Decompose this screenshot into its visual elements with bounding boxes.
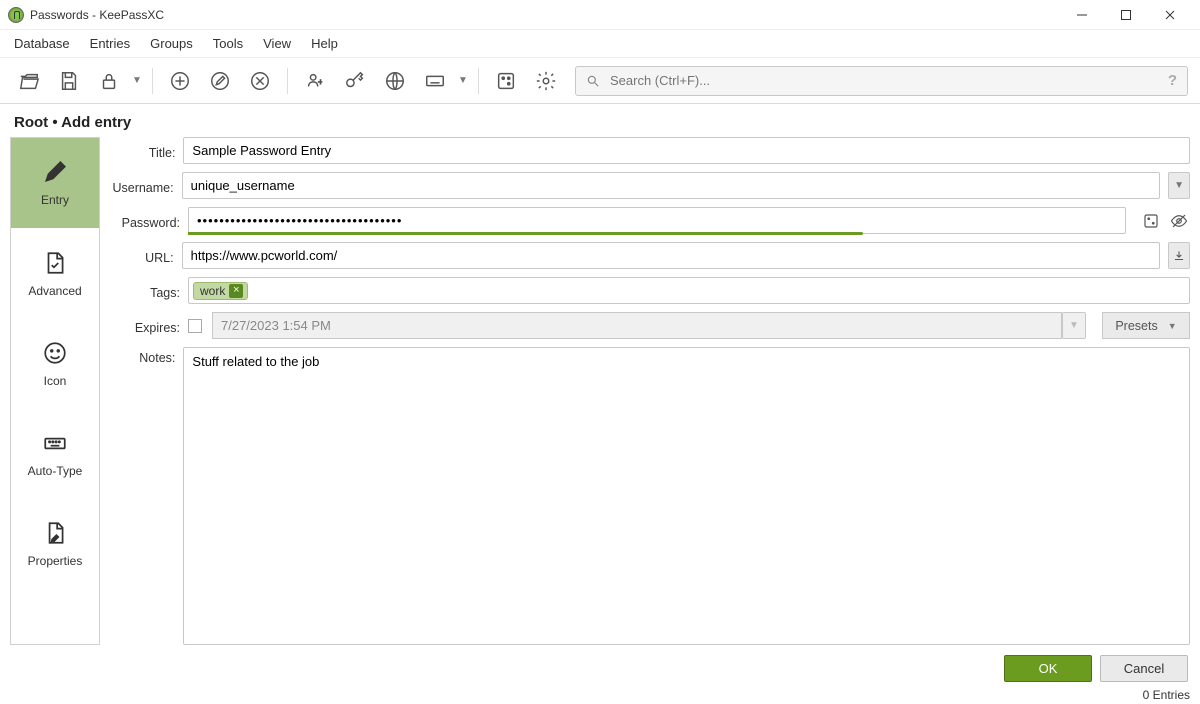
- toggle-password-visibility-icon[interactable]: [1168, 210, 1190, 232]
- username-label: Username:: [112, 177, 174, 195]
- expires-checkbox[interactable]: [188, 319, 202, 333]
- keyboard-icon: [42, 430, 68, 456]
- menu-bar: Database Entries Groups Tools View Help: [0, 30, 1200, 58]
- search-box[interactable]: ?: [575, 66, 1188, 96]
- search-icon: [586, 74, 600, 88]
- menu-entries[interactable]: Entries: [80, 32, 140, 55]
- password-strength-bar: [188, 232, 863, 235]
- delete-entry-icon[interactable]: [243, 64, 277, 98]
- tags-input[interactable]: work ×: [188, 277, 1190, 304]
- document-icon: [42, 250, 68, 276]
- menu-database[interactable]: Database: [4, 32, 80, 55]
- menu-help[interactable]: Help: [301, 32, 348, 55]
- expires-label: Expires:: [112, 317, 180, 335]
- download-favicon-button[interactable]: [1168, 242, 1190, 269]
- tab-entry[interactable]: Entry: [11, 138, 99, 228]
- status-bar: 0 Entries: [0, 686, 1200, 704]
- tab-label: Advanced: [28, 284, 81, 298]
- window-title: Passwords - KeePassXC: [30, 8, 1060, 22]
- maximize-button[interactable]: [1104, 1, 1148, 29]
- main-area: Entry Advanced Icon Auto-Type Properties…: [0, 137, 1200, 645]
- notes-textarea[interactable]: [183, 347, 1190, 645]
- lock-icon[interactable]: [92, 64, 126, 98]
- password-generator-icon[interactable]: [489, 64, 523, 98]
- notes-label: Notes:: [112, 347, 175, 365]
- minimize-button[interactable]: [1060, 1, 1104, 29]
- copy-url-icon[interactable]: [378, 64, 412, 98]
- password-input[interactable]: [188, 207, 1126, 234]
- app-icon: [8, 7, 24, 23]
- tab-advanced[interactable]: Advanced: [11, 228, 99, 318]
- open-icon[interactable]: [12, 64, 46, 98]
- breadcrumb: Root • Add entry: [0, 104, 1200, 137]
- title-bar: Passwords - KeePassXC: [0, 0, 1200, 30]
- menu-groups[interactable]: Groups: [140, 32, 203, 55]
- entry-section-tabs: Entry Advanced Icon Auto-Type Properties: [10, 137, 100, 645]
- generate-password-icon[interactable]: [1140, 210, 1162, 232]
- add-entry-icon[interactable]: [163, 64, 197, 98]
- tag-remove-icon[interactable]: ×: [229, 284, 243, 298]
- save-icon[interactable]: [52, 64, 86, 98]
- smiley-icon: [42, 340, 68, 366]
- expires-dropdown[interactable]: ▼: [1062, 312, 1086, 339]
- tab-label: Properties: [28, 554, 83, 568]
- pencil-icon: [42, 159, 68, 185]
- title-input[interactable]: [183, 137, 1190, 164]
- edit-entry-icon[interactable]: [203, 64, 237, 98]
- url-input[interactable]: [182, 242, 1160, 269]
- close-button[interactable]: [1148, 1, 1192, 29]
- menu-view[interactable]: View: [253, 32, 301, 55]
- document-edit-icon: [42, 520, 68, 546]
- autotype-icon[interactable]: [418, 64, 452, 98]
- tags-label: Tags:: [112, 282, 180, 300]
- ok-button[interactable]: OK: [1004, 655, 1092, 682]
- menu-tools[interactable]: Tools: [203, 32, 253, 55]
- tab-label: Auto-Type: [28, 464, 83, 478]
- username-input[interactable]: [182, 172, 1160, 199]
- tag-text: work: [200, 284, 225, 298]
- title-label: Title:: [112, 142, 175, 160]
- separator-icon: [478, 68, 479, 94]
- tab-icon[interactable]: Icon: [11, 318, 99, 408]
- password-label: Password:: [112, 212, 180, 230]
- copy-password-icon[interactable]: [338, 64, 372, 98]
- tab-properties[interactable]: Properties: [11, 498, 99, 588]
- search-input[interactable]: [610, 73, 1168, 88]
- tab-autotype[interactable]: Auto-Type: [11, 408, 99, 498]
- settings-icon[interactable]: [529, 64, 563, 98]
- dialog-footer: OK Cancel: [0, 645, 1200, 686]
- tab-label: Icon: [44, 374, 67, 388]
- copy-username-icon[interactable]: [298, 64, 332, 98]
- autotype-dropdown[interactable]: ▼: [458, 75, 468, 86]
- url-label: URL:: [112, 247, 174, 265]
- presets-button[interactable]: Presets▼: [1102, 312, 1190, 339]
- cancel-button[interactable]: Cancel: [1100, 655, 1188, 682]
- username-dropdown[interactable]: ▼: [1168, 172, 1190, 199]
- lock-dropdown[interactable]: ▼: [132, 75, 142, 86]
- tab-label: Entry: [41, 193, 69, 207]
- entry-form: Title: Username: ▼ Password: URL: Tags: [112, 137, 1190, 645]
- separator-icon: [152, 68, 153, 94]
- separator-icon: [287, 68, 288, 94]
- toolbar: ▼ ▼ ?: [0, 58, 1200, 104]
- tag-chip[interactable]: work ×: [193, 282, 248, 300]
- help-icon[interactable]: ?: [1168, 72, 1177, 89]
- expires-date-input[interactable]: 7/27/2023 1:54 PM: [212, 312, 1062, 339]
